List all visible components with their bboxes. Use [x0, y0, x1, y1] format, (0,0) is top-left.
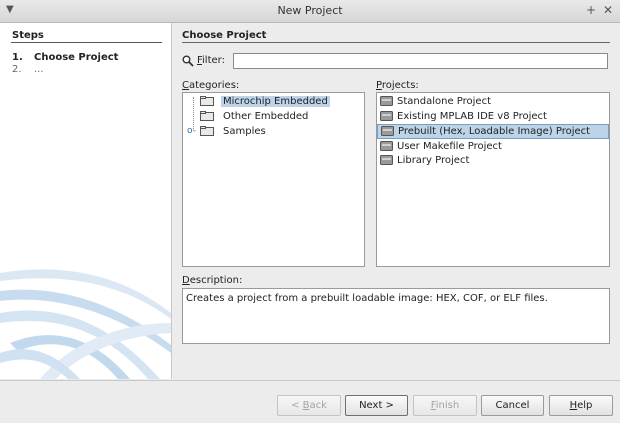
finish-button-text: inish	[435, 400, 460, 411]
back-button-text: ack	[309, 400, 327, 411]
project-label: Library Project	[397, 155, 470, 166]
filter-input[interactable]	[233, 53, 608, 69]
category-item-other-embedded[interactable]: Other Embedded	[200, 110, 310, 123]
steps-divider	[11, 42, 162, 43]
search-icon	[182, 55, 194, 67]
project-label: Prebuilt (Hex, Loadable Image) Project	[398, 126, 591, 137]
project-item-prebuilt[interactable]: Prebuilt (Hex, Loadable Image) Project	[377, 124, 609, 139]
categories-label-mnemonic: C	[182, 80, 189, 91]
description-label-text: escription:	[189, 275, 243, 286]
project-icon	[380, 141, 393, 151]
folder-icon	[200, 96, 214, 106]
projects-label: Projects:	[376, 80, 419, 91]
projects-label-text: rojects:	[381, 80, 419, 91]
step-item-next: 2....	[12, 64, 44, 75]
project-item-user-makefile[interactable]: User Makefile Project	[377, 140, 609, 153]
project-icon	[380, 111, 393, 121]
category-label: Samples	[223, 126, 266, 137]
cancel-button[interactable]: Cancel	[481, 395, 544, 416]
steps-panel: Steps 1. Choose Project 2....	[0, 23, 172, 379]
category-item-samples[interactable]: o- Samples	[187, 125, 268, 138]
choose-project-panel: Choose Project Filter: Categories: Proje…	[172, 23, 620, 379]
step-number: 1.	[12, 52, 23, 63]
back-button-mnemonic: B	[302, 400, 310, 411]
description-box: Creates a project from a prebuilt loadab…	[182, 288, 610, 344]
project-item-library[interactable]: Library Project	[377, 154, 609, 167]
category-label: Microchip Embedded	[221, 96, 330, 107]
steps-heading: Steps	[12, 30, 44, 41]
next-button[interactable]: Next >	[345, 395, 408, 416]
close-icon[interactable]: ✕	[603, 3, 613, 17]
project-icon	[381, 126, 394, 136]
help-button-text: elp	[577, 400, 593, 411]
help-button[interactable]: Help	[549, 395, 613, 416]
filter-label: Filter:	[197, 55, 225, 66]
maximize-plus-icon[interactable]: +	[586, 3, 596, 17]
description-label: Description:	[182, 275, 242, 286]
filter-label-text: ilter:	[202, 55, 225, 66]
step-number: 2.	[12, 64, 22, 75]
categories-tree[interactable]: Microchip Embedded Other Embedded o- Sam…	[182, 92, 365, 267]
project-item-standalone[interactable]: Standalone Project	[377, 95, 609, 108]
expand-toggle-icon[interactable]: o-	[187, 125, 196, 138]
category-label: Other Embedded	[223, 111, 309, 122]
folder-icon	[200, 111, 214, 121]
projects-list[interactable]: Standalone Project Existing MPLAB IDE v8…	[376, 92, 610, 267]
project-item-existing-mplab[interactable]: Existing MPLAB IDE v8 Project	[377, 110, 609, 123]
step-label: Choose Project	[34, 52, 119, 63]
project-icon	[380, 96, 393, 106]
back-button-prefix: <	[291, 400, 303, 411]
step-label: ...	[34, 64, 44, 75]
decorative-swoosh-graphic	[0, 269, 171, 379]
categories-label: Categories:	[182, 80, 239, 91]
window-title: New Project	[277, 4, 343, 17]
folder-icon	[200, 126, 214, 136]
project-label: Standalone Project	[397, 96, 491, 107]
page-title: Choose Project	[182, 30, 267, 41]
finish-button[interactable]: Finish	[413, 395, 477, 416]
step-item-choose-project: 1. Choose Project	[12, 52, 118, 63]
description-text: Creates a project from a prebuilt loadab…	[186, 293, 548, 304]
back-button[interactable]: < Back	[277, 395, 341, 416]
description-label-mnemonic: D	[182, 275, 190, 286]
help-button-mnemonic: H	[569, 400, 578, 411]
title-bar: ▼ New Project + ✕	[0, 0, 620, 23]
project-icon	[380, 155, 393, 165]
categories-label-text: ategories:	[188, 80, 240, 91]
project-label: User Makefile Project	[397, 141, 502, 152]
project-label: Existing MPLAB IDE v8 Project	[397, 111, 547, 122]
button-bar: < Back Next > Finish Cancel Help	[0, 380, 620, 423]
category-item-microchip-embedded[interactable]: Microchip Embedded	[200, 95, 330, 108]
title-divider	[182, 42, 610, 43]
